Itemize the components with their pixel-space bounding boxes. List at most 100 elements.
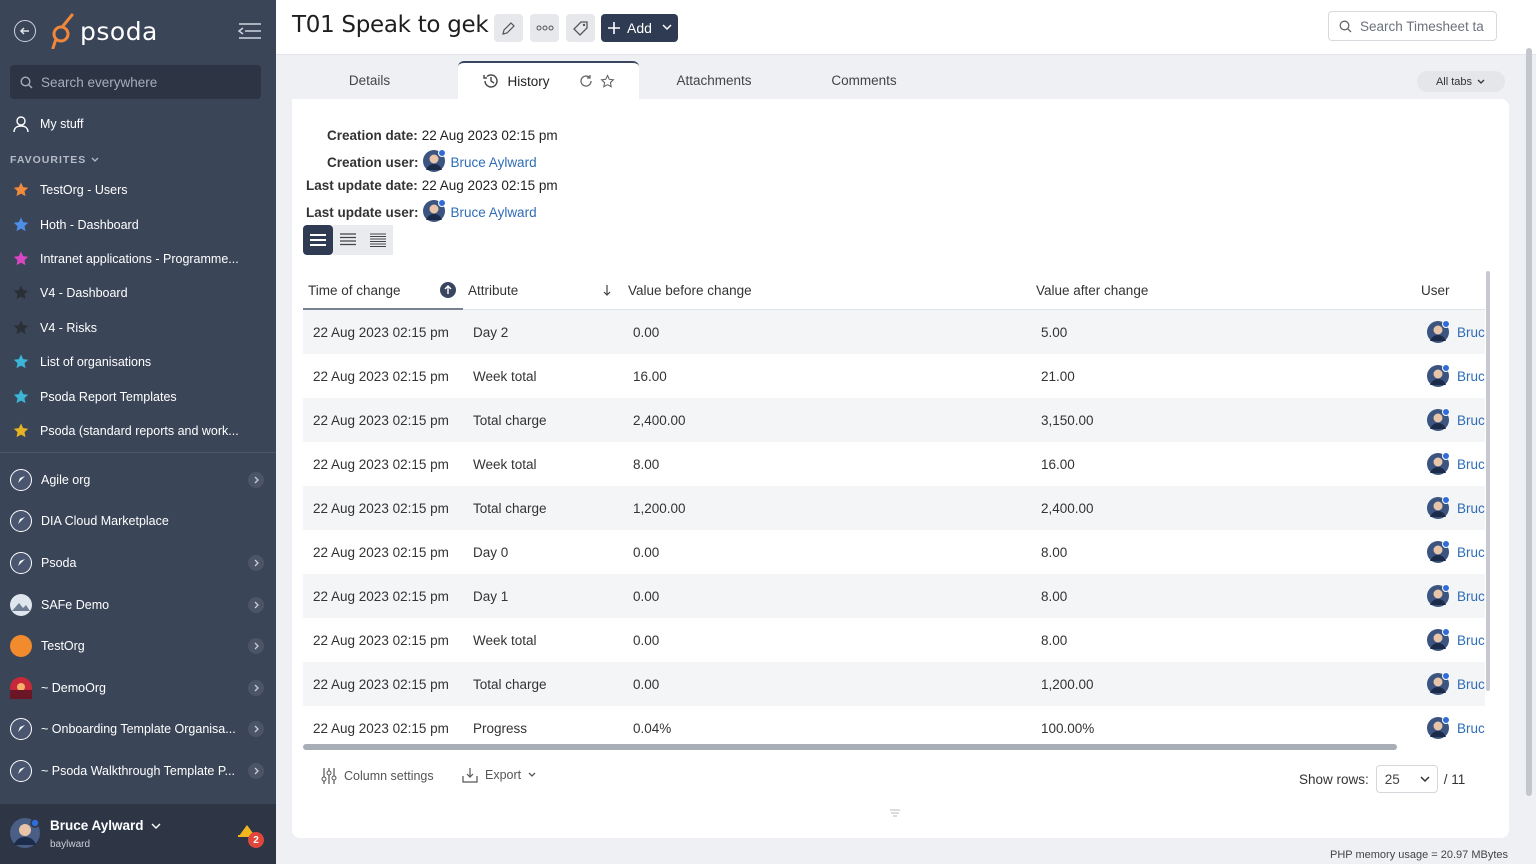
user-link[interactable]: Bruce Aylward <box>1457 501 1485 516</box>
organisation-item[interactable]: Psoda <box>10 542 266 584</box>
favourite-item[interactable]: V4 - Dashboard <box>12 276 262 310</box>
avatar <box>1427 672 1450 695</box>
page-scrollbar[interactable] <box>1526 48 1532 796</box>
favourite-item[interactable]: List of organisations <box>12 345 262 379</box>
global-search[interactable] <box>10 65 261 99</box>
organisation-item[interactable]: ~ Onboarding Template Organisa... <box>10 709 266 751</box>
column-header-user[interactable]: User <box>1421 271 1450 309</box>
column-header-attribute[interactable]: Attribute <box>468 271 518 309</box>
favourite-item[interactable]: Intranet applications - Programme... <box>12 242 262 276</box>
favourites-heading[interactable]: FAVOURITES <box>10 154 100 166</box>
column-settings-button[interactable]: Column settings <box>320 767 434 785</box>
cell-user[interactable]: Bruce Aylward <box>1426 706 1485 750</box>
cell-attribute: Week total <box>473 456 537 472</box>
chevron-right-icon[interactable] <box>248 596 264 613</box>
table-horizontal-scrollbar[interactable] <box>303 744 1397 750</box>
chevron-down-icon <box>662 24 672 31</box>
cell-user[interactable]: Bruce Aylward <box>1426 530 1485 574</box>
cell-user[interactable]: Bruce Aylward <box>1426 310 1485 354</box>
tab-details[interactable]: Details <box>292 61 447 99</box>
cell-user[interactable]: Bruce Aylward <box>1426 618 1485 662</box>
export-icon <box>462 768 478 783</box>
sidebar-user[interactable]: Bruce Aylward baylward <box>0 804 276 864</box>
cell-time: 22 Aug 2023 02:15 pm <box>313 588 449 604</box>
add-button[interactable]: Add <box>601 14 678 42</box>
back-button[interactable] <box>14 20 36 42</box>
compass-icon <box>10 759 32 782</box>
sort-ascending-button[interactable] <box>440 271 456 309</box>
organisation-item[interactable]: ~ DemoOrg <box>10 667 266 709</box>
tab-comments[interactable]: Comments <box>789 61 939 99</box>
cell-user[interactable]: Bruce Aylward <box>1426 662 1485 706</box>
user-link[interactable]: Bruce Aylward <box>1457 457 1485 472</box>
more-options-button[interactable] <box>530 14 559 42</box>
timesheet-search[interactable] <box>1328 11 1497 41</box>
chevron-right-icon[interactable] <box>248 554 264 571</box>
resize-handle[interactable] <box>889 805 901 820</box>
compass-icon <box>10 551 32 574</box>
rows-per-page-select[interactable]: 25 <box>1375 765 1438 793</box>
user-link[interactable]: Bruce Aylward <box>1457 633 1485 648</box>
tag-icon <box>573 20 588 36</box>
density-comfortable-button[interactable] <box>303 225 333 255</box>
sort-descending-button[interactable] <box>601 271 613 309</box>
export-button[interactable]: Export <box>462 767 537 783</box>
favourite-item[interactable]: Psoda Report Templates <box>12 379 262 413</box>
tab-history[interactable]: History <box>458 61 639 99</box>
all-tabs-button[interactable]: All tabs <box>1417 71 1505 92</box>
tag-button[interactable] <box>566 14 595 42</box>
table-vertical-scrollbar[interactable] <box>1486 271 1490 691</box>
favourite-item[interactable]: Psoda (standard reports and work... <box>12 414 262 448</box>
cell-user[interactable]: Bruce Aylward <box>1426 354 1485 398</box>
user-link[interactable]: Bruce Aylward <box>1457 677 1485 692</box>
chevron-down-icon <box>528 772 536 777</box>
cell-before: 0.00 <box>633 676 660 692</box>
chevron-right-icon[interactable] <box>248 762 264 779</box>
organisation-item[interactable]: ~ Psoda Walkthrough Template P... <box>10 750 266 792</box>
list-icon <box>310 234 326 246</box>
user-link[interactable]: Bruce Aylward <box>1457 721 1485 736</box>
star-icon <box>13 182 29 197</box>
psoda-logo[interactable]: psoda <box>50 13 158 49</box>
organisation-item[interactable]: SAFe Demo <box>10 584 266 626</box>
favourite-item[interactable]: Hoth - Dashboard <box>12 207 262 241</box>
user-link[interactable]: Bruce Aylward <box>1457 369 1485 384</box>
column-header-user-label: User <box>1421 282 1450 298</box>
creation-user-link[interactable]: Bruce Aylward <box>451 155 537 170</box>
tab-attachments[interactable]: Attachments <box>639 61 789 99</box>
column-header-time[interactable]: Time of change <box>308 271 401 309</box>
user-menu-toggle[interactable]: Bruce Aylward <box>50 818 162 833</box>
edit-button[interactable] <box>494 14 523 42</box>
cell-user[interactable]: Bruce Aylward <box>1426 398 1485 442</box>
my-stuff-link[interactable]: My stuff <box>12 115 84 133</box>
chevron-right-icon[interactable] <box>248 721 264 738</box>
chevron-right-icon[interactable] <box>248 471 264 488</box>
density-dense-button[interactable] <box>363 225 393 255</box>
organisation-item[interactable]: Agile org <box>10 459 266 501</box>
cell-user[interactable]: Bruce Aylward <box>1426 486 1485 530</box>
timesheet-search-input[interactable] <box>1360 18 1490 34</box>
user-link[interactable]: Bruce Aylward <box>1457 589 1485 604</box>
density-compact-button[interactable] <box>333 225 363 255</box>
chevron-right-icon[interactable] <box>248 638 264 655</box>
arrow-down-icon <box>603 285 611 296</box>
favourite-item[interactable]: TestOrg - Users <box>12 173 262 207</box>
favourite-item[interactable]: V4 - Risks <box>12 311 262 345</box>
chevron-right-icon[interactable] <box>248 679 264 696</box>
refresh-icon[interactable] <box>579 74 593 88</box>
last-update-user-link[interactable]: Bruce Aylward <box>451 205 537 220</box>
cell-user[interactable]: Bruce Aylward <box>1426 574 1485 618</box>
star-icon[interactable] <box>599 73 615 89</box>
global-search-input[interactable] <box>41 74 241 90</box>
column-header-after[interactable]: Value after change <box>1036 271 1148 309</box>
organisation-item[interactable]: TestOrg <box>10 625 266 667</box>
organisation-item[interactable]: DIA Cloud Marketplace <box>10 501 266 543</box>
user-link[interactable]: Bruce Aylward <box>1457 413 1485 428</box>
avatar <box>1427 452 1450 475</box>
organisation-label: TestOrg <box>41 639 85 654</box>
cell-user[interactable]: Bruce Aylward <box>1426 442 1485 486</box>
column-header-before[interactable]: Value before change <box>628 271 752 309</box>
user-link[interactable]: Bruce Aylward <box>1457 325 1485 340</box>
collapse-sidebar-button[interactable] <box>237 22 263 43</box>
user-link[interactable]: Bruce Aylward <box>1457 545 1485 560</box>
